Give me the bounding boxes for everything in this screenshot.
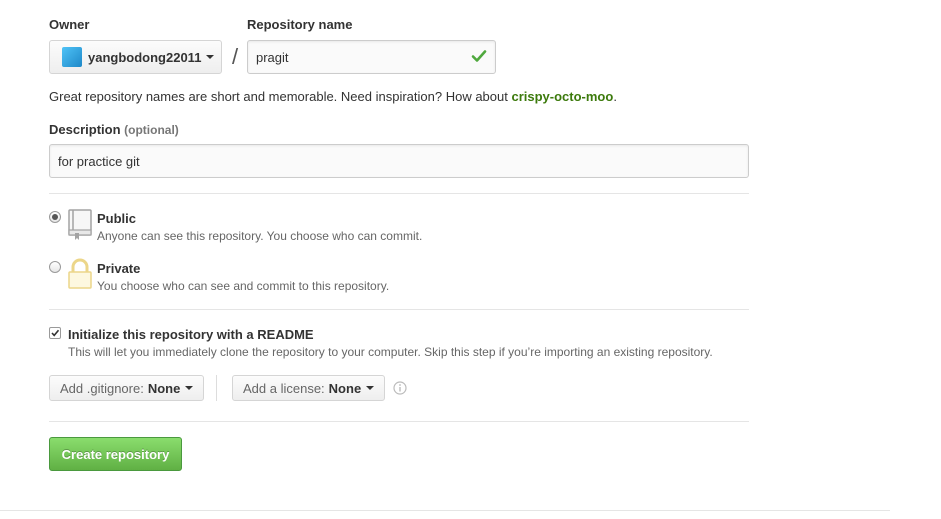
license-select-button[interactable]: Add a license: None [232,375,386,401]
owner-label: Owner [49,17,90,32]
description-label: Description (optional) [49,122,179,137]
name-hint: Great repository names are short and mem… [49,89,617,104]
name-suggestion: crispy-octo-moo [511,89,614,104]
new-repo-form: Owner Repository name yangbodong22011 / … [0,0,941,519]
footer-divider [0,510,890,511]
readme-note: This will let you immediately clone the … [68,345,713,359]
public-note: Anyone can see this repository. You choo… [97,229,423,243]
repo-name-input[interactable] [247,40,496,74]
avatar [62,47,82,67]
select-divider [216,375,217,401]
license-label: Add a license: [243,380,325,396]
checkmark-icon [51,329,60,337]
gitignore-select-button[interactable]: Add .gitignore: None [49,375,205,401]
divider [49,309,749,310]
readme-title: Initialize this repository with a README [68,327,314,342]
readme-checkbox[interactable] [49,327,61,339]
chevron-down-icon [206,55,215,59]
gitignore-value: None [147,380,181,396]
repo-name-label: Repository name [247,17,353,32]
private-note: You choose who can see and commit to thi… [97,279,390,293]
chevron-down-icon [366,386,375,390]
description-input[interactable] [49,144,749,178]
description-label-text: Description [49,122,121,137]
license-value: None [328,380,362,396]
owner-name: yangbodong22011 [88,49,202,65]
private-title: Private [97,261,141,276]
private-radio[interactable] [49,261,61,273]
owner-repo-separator: / [232,44,239,69]
create-repository-button[interactable]: Create repository [49,437,182,471]
lock-icon [68,258,92,289]
description-optional: (optional) [124,123,179,137]
public-radio[interactable] [49,211,61,223]
hint-suffix: . [613,89,617,104]
check-icon [471,50,487,62]
repo-book-icon [68,209,92,240]
public-title: Public [97,211,137,226]
divider [49,421,749,422]
chevron-down-icon [185,386,194,390]
hint-text: Great repository names are short and mem… [49,89,512,104]
gitignore-label: Add .gitignore: [60,380,144,396]
divider [49,193,749,194]
info-icon[interactable] [393,381,407,395]
owner-select-button[interactable]: yangbodong22011 [49,40,222,74]
